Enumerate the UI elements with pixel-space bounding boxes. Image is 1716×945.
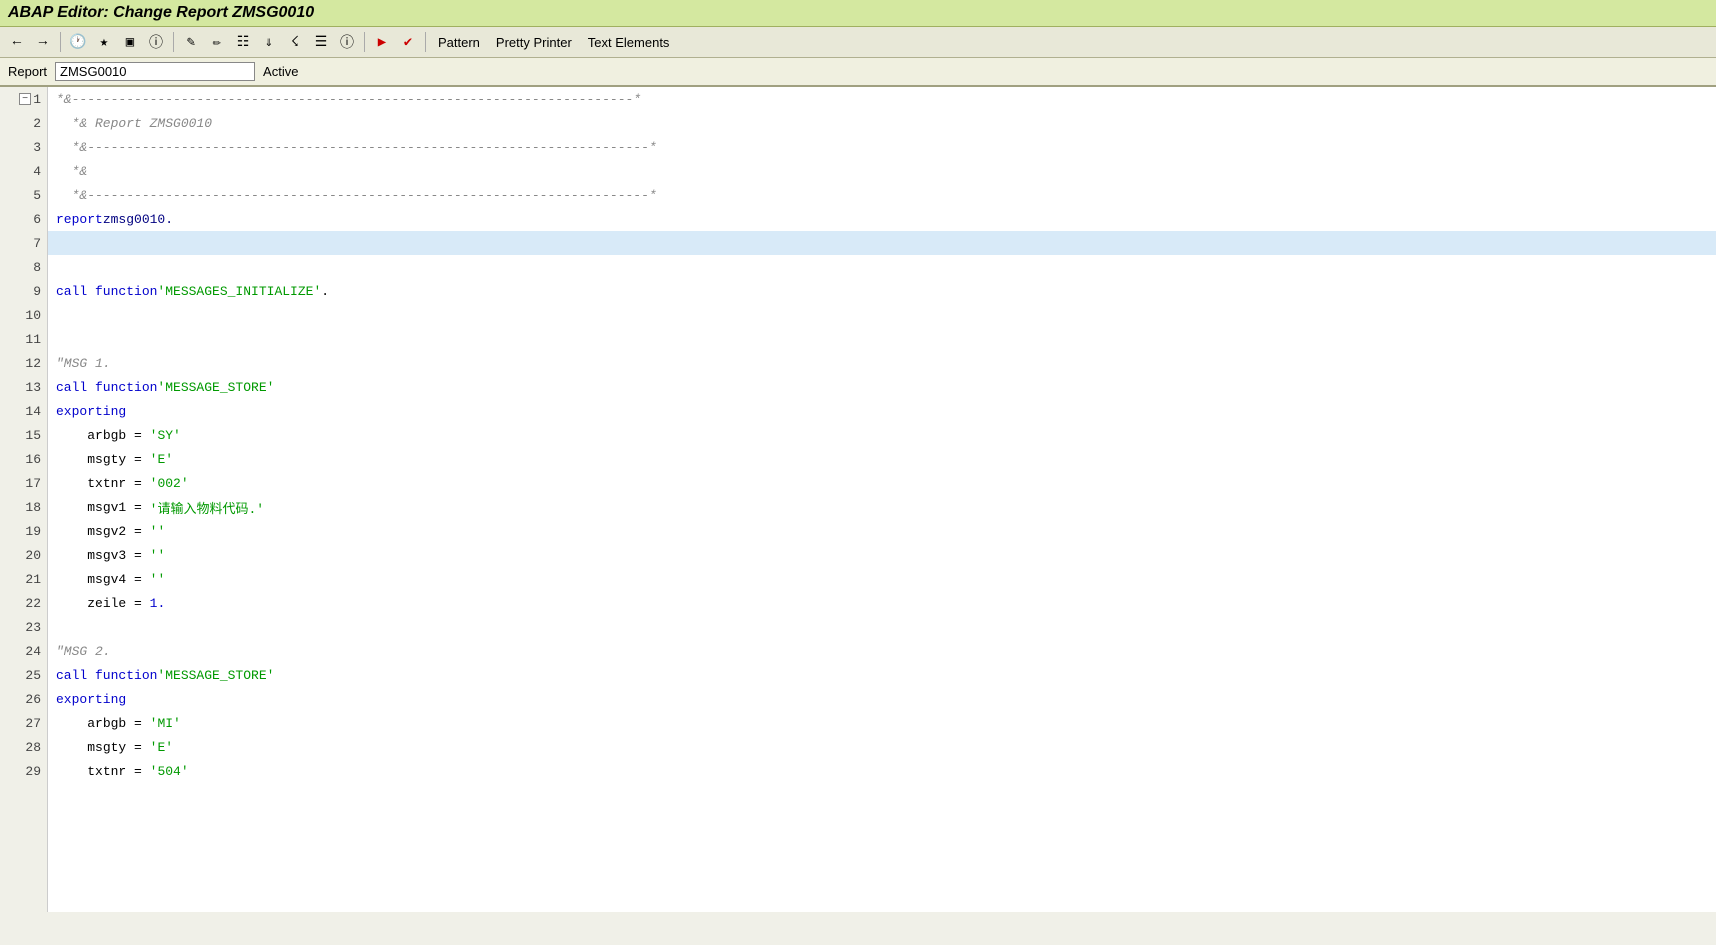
back-icon[interactable]: ← [6, 31, 28, 53]
line-number: 14 [0, 399, 47, 423]
code-line[interactable]: "MSG 1. [48, 351, 1716, 375]
line-number: 12 [0, 351, 47, 375]
code-line[interactable] [48, 615, 1716, 639]
code-line[interactable]: arbgb = 'SY' [48, 423, 1716, 447]
edit-icon[interactable]: ✎ [180, 31, 202, 53]
line-number: 10 [0, 303, 47, 327]
line-number: 20 [0, 543, 47, 567]
line-number: 4 [0, 159, 47, 183]
pencil-icon[interactable]: ✏ [206, 31, 228, 53]
line-number: 16 [0, 447, 47, 471]
code-line[interactable]: msgv2 = '' [48, 519, 1716, 543]
code-line[interactable] [48, 231, 1716, 255]
code-line[interactable]: *&--------------------------------------… [48, 183, 1716, 207]
line-number: 15 [0, 423, 47, 447]
code-line[interactable]: arbgb = 'MI' [48, 711, 1716, 735]
line-number: 21 [0, 567, 47, 591]
code-line[interactable]: zeile = 1. [48, 591, 1716, 615]
line-number: 24 [0, 639, 47, 663]
line-number: 19 [0, 519, 47, 543]
import-icon[interactable]: ⇓ [258, 31, 280, 53]
forward-icon[interactable]: → [32, 31, 54, 53]
title-bar: ABAP Editor: Change Report ZMSG0010 [0, 0, 1716, 27]
line-number: 26 [0, 687, 47, 711]
code-line[interactable] [48, 327, 1716, 351]
code-line[interactable]: *&--------------------------------------… [48, 135, 1716, 159]
code-line[interactable]: msgty = 'E' [48, 735, 1716, 759]
code-line[interactable]: msgty = 'E' [48, 447, 1716, 471]
line-number: 2 [0, 111, 47, 135]
report-status: Active [263, 64, 298, 79]
info2-icon[interactable]: ⓘ [336, 31, 358, 53]
line-number: −1 [0, 87, 47, 111]
report-bar: Report Active [0, 58, 1716, 87]
line-number: 5 [0, 183, 47, 207]
code-line[interactable]: *& [48, 159, 1716, 183]
code-line[interactable]: msgv3 = '' [48, 543, 1716, 567]
sep2 [173, 32, 174, 52]
line-number: 3 [0, 135, 47, 159]
pattern-button[interactable]: Pattern [432, 33, 486, 52]
line-number: 6 [0, 207, 47, 231]
line-number: 13 [0, 375, 47, 399]
code-line[interactable]: *& Report ZMSG0010 [48, 111, 1716, 135]
code-line[interactable]: "MSG 2. [48, 639, 1716, 663]
info-icon[interactable]: ⓘ [145, 31, 167, 53]
history-icon[interactable]: 🕐 [67, 31, 89, 53]
code-content[interactable]: *&--------------------------------------… [48, 87, 1716, 912]
report-label: Report [8, 64, 47, 79]
text-elements-button[interactable]: Text Elements [582, 33, 676, 52]
code-line[interactable]: call function 'MESSAGE_STORE' [48, 375, 1716, 399]
check-icon[interactable]: ✔ [397, 31, 419, 53]
line-number: 8 [0, 255, 47, 279]
line-number: 25 [0, 663, 47, 687]
line-number: 28 [0, 735, 47, 759]
code-line[interactable]: call function 'MESSAGE_STORE' [48, 663, 1716, 687]
code-line[interactable]: txtnr = '504' [48, 759, 1716, 783]
line-number: 18 [0, 495, 47, 519]
collapse-button[interactable]: − [19, 93, 31, 105]
code-line[interactable]: msgv1 = '请输入物料代码.' [48, 495, 1716, 519]
line-numbers: −123456789101112131415161718192021222324… [0, 87, 48, 912]
pretty-printer-button[interactable]: Pretty Printer [490, 33, 578, 52]
code-line[interactable]: msgv4 = '' [48, 567, 1716, 591]
line-number: 23 [0, 615, 47, 639]
code-line[interactable]: exporting [48, 687, 1716, 711]
line-number: 11 [0, 327, 47, 351]
code-line[interactable]: call function 'MESSAGES_INITIALIZE'. [48, 279, 1716, 303]
line-number: 9 [0, 279, 47, 303]
activate-icon[interactable]: ▶ [371, 31, 393, 53]
table-icon[interactable]: ☷ [232, 31, 254, 53]
sep1 [60, 32, 61, 52]
favorites-icon[interactable]: ★ [93, 31, 115, 53]
network-icon[interactable]: ☇ [284, 31, 306, 53]
report-name-input[interactable] [55, 62, 255, 81]
toolbar: ← → 🕐 ★ ▣ ⓘ ✎ ✏ ☷ ⇓ ☇ ☰ ⓘ ▶ ✔ Pattern Pr… [0, 27, 1716, 58]
code-line[interactable] [48, 303, 1716, 327]
code-line[interactable]: exporting [48, 399, 1716, 423]
line-number: 29 [0, 759, 47, 783]
list-icon[interactable]: ☰ [310, 31, 332, 53]
code-line[interactable]: report zmsg0010. [48, 207, 1716, 231]
sep3 [364, 32, 365, 52]
line-number: 22 [0, 591, 47, 615]
code-line[interactable]: *&--------------------------------------… [48, 87, 1716, 111]
line-number: 7 [0, 231, 47, 255]
sep4 [425, 32, 426, 52]
code-line[interactable] [48, 255, 1716, 279]
code-line[interactable]: txtnr = '002' [48, 471, 1716, 495]
code-area: −123456789101112131415161718192021222324… [0, 87, 1716, 912]
page-title: ABAP Editor: Change Report ZMSG0010 [8, 4, 314, 21]
line-number: 17 [0, 471, 47, 495]
copy-icon[interactable]: ▣ [119, 31, 141, 53]
line-number: 27 [0, 711, 47, 735]
